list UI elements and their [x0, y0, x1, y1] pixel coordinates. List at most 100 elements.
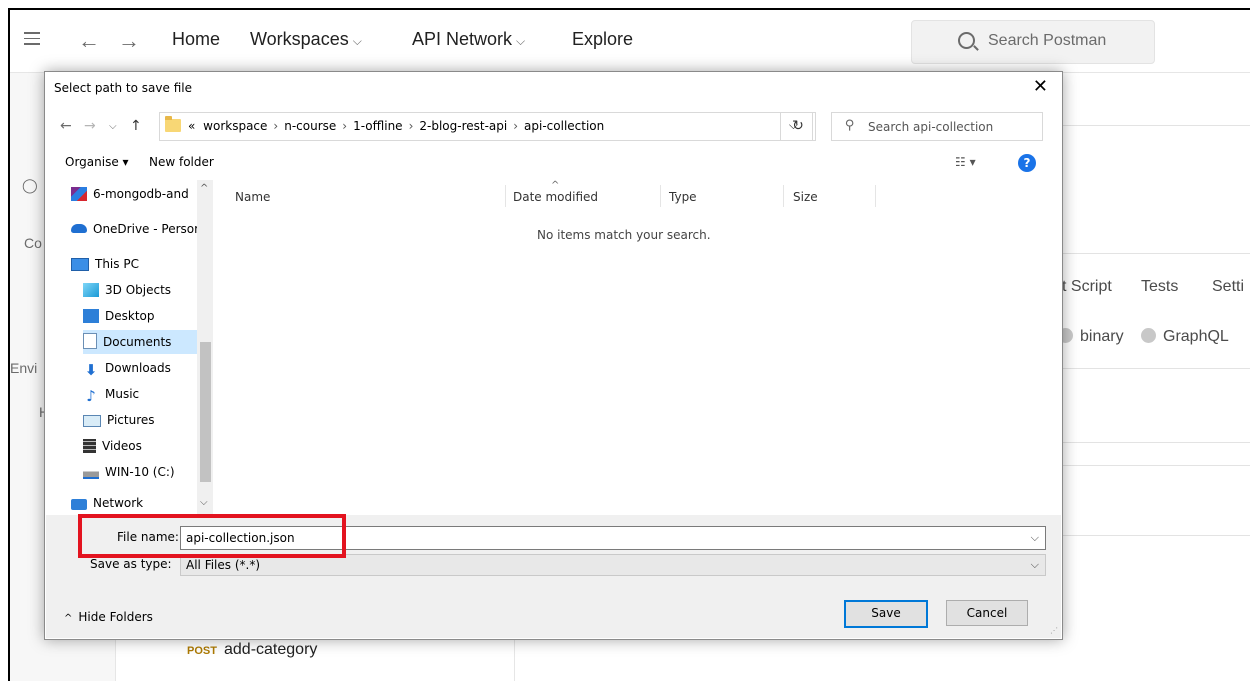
refresh-icon[interactable]: ↻ — [780, 112, 816, 141]
column-separator[interactable] — [505, 185, 506, 207]
breadcrumb: « workspace › n-course › 1-offline › 2-blog-re… — [188, 119, 604, 133]
scrollbar-thumb[interactable] — [200, 342, 211, 482]
folder-search-placeholder: Search api-collection — [868, 120, 994, 134]
downloads-icon: ⬇ — [84, 361, 98, 379]
nav-item-label: OneDrive - Persor — [93, 222, 200, 236]
command-bar: Organise ▾ New folder ☷ ▾ ? — [45, 152, 1062, 176]
nav-item-label: Documents — [103, 335, 172, 349]
postman-search-box[interactable]: Search Postman — [911, 20, 1155, 64]
column-separator[interactable] — [783, 185, 784, 207]
user-icon[interactable]: ◯ — [22, 177, 38, 194]
scroll-up-arrow-icon[interactable]: ^ — [200, 183, 208, 194]
hamburger-menu-icon[interactable] — [24, 32, 40, 45]
nav-item-label: Music — [105, 387, 140, 401]
chevron-down-icon[interactable]: ⌵ — [1031, 558, 1039, 572]
breadcrumb-item[interactable]: 1-offline — [353, 119, 402, 133]
nav-item-label: WIN-10 (C:) — [105, 465, 175, 479]
back-arrow-icon[interactable]: ← — [60, 118, 72, 134]
request-name[interactable]: add-category — [224, 641, 317, 659]
nav-api-network[interactable]: API Network ⌵ — [412, 29, 525, 50]
onedrive-icon — [71, 224, 87, 233]
nav-item-3d-objects[interactable]: 3D Objects — [83, 278, 213, 302]
videos-icon — [83, 439, 96, 453]
nav-item-6-mongodb[interactable]: 6-mongodb-and — [71, 182, 213, 206]
empty-results-message: No items match your search. — [537, 228, 711, 242]
folder-search-input[interactable]: ⚲ Search api-collection — [831, 112, 1043, 141]
address-bar[interactable]: « workspace › n-course › 1-offline › 2-blog-re… — [159, 112, 813, 141]
save-button[interactable]: Save — [844, 600, 928, 628]
up-arrow-icon[interactable]: ↑ — [130, 118, 142, 134]
chevron-down-icon[interactable]: ⌵ — [1031, 531, 1039, 545]
nav-item-videos[interactable]: Videos — [83, 434, 213, 458]
divider — [1062, 253, 1250, 254]
nav-item-label: This PC — [95, 257, 139, 271]
nav-item-downloads[interactable]: ⬇ Downloads — [83, 356, 213, 380]
network-icon — [71, 499, 87, 510]
nav-item-onedrive[interactable]: OneDrive - Persor — [71, 217, 213, 241]
chevron-down-icon: ⌵ — [516, 34, 526, 48]
nav-item-documents[interactable]: Documents — [83, 330, 213, 354]
breadcrumb-separator-icon: › — [342, 119, 348, 133]
scroll-down-arrow-icon[interactable]: ⌵ — [200, 497, 208, 508]
column-header-date-modified[interactable]: Date modified — [513, 190, 598, 204]
save-as-type-label: Save as type: — [90, 557, 172, 571]
navigation-pane: 6-mongodb-and OneDrive - Persor This PC … — [61, 180, 213, 514]
forward-arrow-icon[interactable]: → — [84, 118, 96, 134]
radio-binary[interactable]: binary — [1058, 328, 1124, 346]
radio-graphql[interactable]: GraphQL — [1141, 328, 1229, 346]
recent-locations-chevron-icon[interactable]: ⌵ — [109, 121, 117, 132]
postman-header: ← → Home Workspaces ⌵ API Network ⌵ Explor… — [10, 10, 1250, 73]
column-header-type[interactable]: Type — [669, 190, 697, 204]
highlight-annotation-box — [78, 514, 346, 558]
nav-home[interactable]: Home — [172, 29, 220, 50]
divider — [1062, 442, 1250, 443]
tab-settings-partial[interactable]: Setti — [1212, 278, 1244, 296]
resize-grip-icon[interactable]: ⋰ — [1050, 626, 1058, 635]
breadcrumb-item[interactable]: n-course — [284, 119, 336, 133]
nav-item-label: Downloads — [105, 361, 171, 375]
chevron-up-icon: ^ — [64, 613, 73, 624]
view-options-icon[interactable]: ☷ ▾ — [955, 155, 976, 169]
hide-folders-button[interactable]: ^ Hide Folders — [64, 610, 153, 624]
nav-workspaces[interactable]: Workspaces ⌵ — [250, 29, 362, 50]
sidebar-collections-partial[interactable]: Co — [24, 235, 42, 251]
nav-item-music[interactable]: ♪ Music — [83, 382, 213, 406]
back-arrow-icon[interactable]: ← — [78, 28, 100, 54]
tab-script-partial[interactable]: t Script — [1062, 278, 1112, 296]
breadcrumb-item[interactable]: 2-blog-rest-api — [419, 119, 507, 133]
new-folder-button[interactable]: New folder — [149, 155, 214, 169]
breadcrumb-item[interactable]: api-collection — [524, 119, 604, 133]
folder-icon — [165, 116, 181, 132]
save-as-type-value: All Files (*.*) — [186, 558, 261, 572]
tab-tests[interactable]: Tests — [1141, 278, 1178, 296]
column-separator[interactable] — [660, 185, 661, 207]
file-list-pane: ^ Name Date modified Type Size No items … — [215, 180, 1049, 514]
sidebar-environments-partial[interactable]: Envi — [10, 360, 37, 376]
radio-icon — [1141, 328, 1156, 343]
nav-item-win10-drive[interactable]: WIN-10 (C:) — [83, 460, 213, 484]
help-icon[interactable]: ? — [1018, 154, 1036, 172]
nav-explore[interactable]: Explore — [572, 29, 633, 50]
column-separator[interactable] — [875, 185, 876, 207]
breadcrumb-item[interactable]: workspace — [203, 119, 267, 133]
divider — [1062, 125, 1250, 126]
nav-item-this-pc[interactable]: This PC — [71, 252, 213, 276]
cancel-button[interactable]: Cancel — [946, 600, 1028, 626]
winrar-icon — [71, 187, 87, 201]
documents-icon — [83, 333, 97, 349]
close-icon[interactable]: ✕ — [1033, 76, 1048, 97]
search-icon: ⚲ — [845, 118, 855, 133]
column-header-name[interactable]: Name — [235, 190, 270, 204]
music-icon: ♪ — [86, 387, 96, 405]
breadcrumb-separator-icon: › — [408, 119, 414, 133]
nav-item-label: Desktop — [105, 309, 155, 323]
column-header-size[interactable]: Size — [793, 190, 818, 204]
nav-item-network[interactable]: Network — [71, 491, 213, 514]
breadcrumb-overflow[interactable]: « — [188, 119, 195, 133]
nav-item-pictures[interactable]: Pictures — [83, 408, 213, 432]
organise-button[interactable]: Organise ▾ — [65, 155, 129, 169]
nav-api-network-label: API Network — [412, 29, 513, 49]
forward-arrow-icon[interactable]: → — [118, 28, 140, 54]
divider — [1062, 368, 1250, 369]
nav-item-desktop[interactable]: Desktop — [83, 304, 213, 328]
